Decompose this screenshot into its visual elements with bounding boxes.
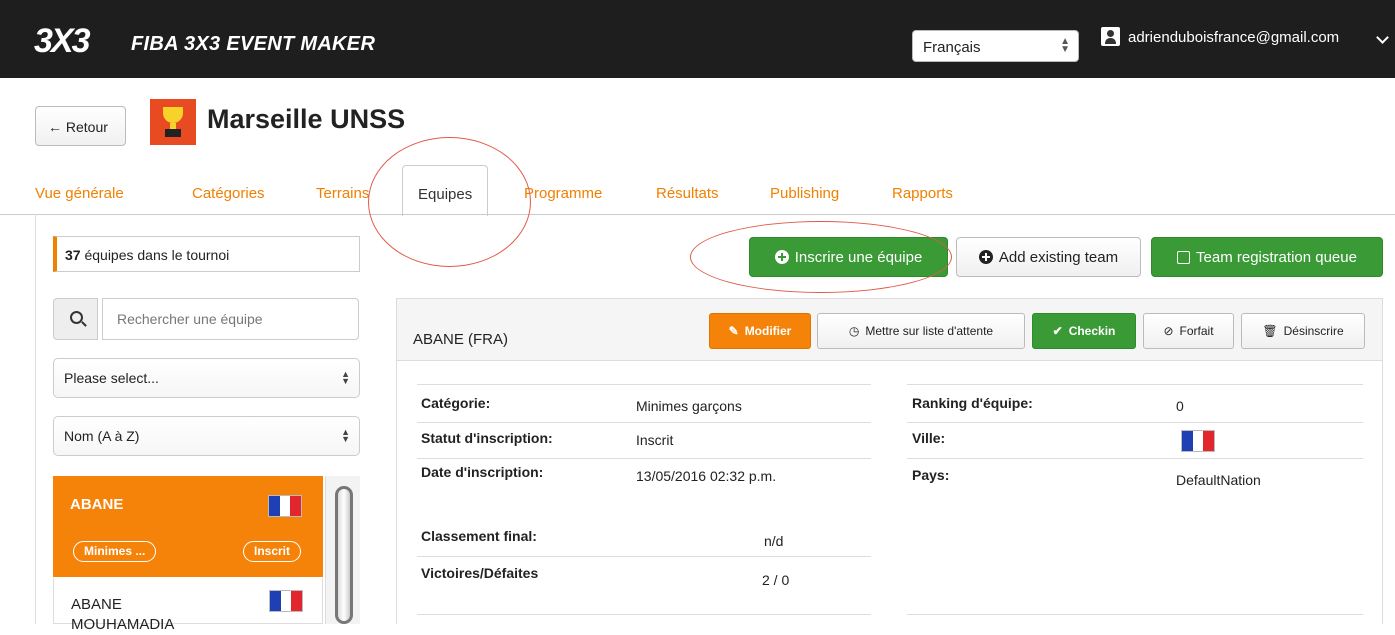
field-value: Minimes garçons bbox=[636, 398, 742, 414]
field-label: Date d'inscription: bbox=[421, 464, 544, 480]
field-value: n/d bbox=[764, 533, 784, 549]
language-select[interactable]: Français ▲ ▼ bbox=[912, 30, 1079, 62]
team-count-number: 37 bbox=[65, 247, 81, 263]
divider bbox=[417, 384, 871, 385]
field-label: Victoires/Défaites bbox=[421, 565, 539, 581]
field-label: Ranking d'équipe: bbox=[912, 395, 1033, 411]
team-name: ABANE bbox=[70, 496, 124, 513]
category-filter-select[interactable]: Please select... ▲ ▼ bbox=[53, 358, 360, 398]
team-detail-panel: ABANE (FRA) ✎ Modifier ◷ Mettre sur list… bbox=[396, 298, 1383, 624]
edit-label: Modifier bbox=[744, 324, 792, 338]
user-menu[interactable]: adrienduboisfrance@gmail.com bbox=[1128, 29, 1339, 46]
sort-select-value: Nom (A à Z) bbox=[64, 428, 140, 444]
top-navbar: 3X3 FIBA 3X3 EVENT MAKER Français ▲ ▼ adr… bbox=[0, 0, 1395, 78]
trophy-icon bbox=[150, 99, 196, 145]
tab-courts[interactable]: Terrains bbox=[316, 185, 369, 202]
waitlist-button[interactable]: ◷ Mettre sur liste d'attente bbox=[817, 313, 1025, 349]
check-icon: ✔ bbox=[1052, 324, 1063, 338]
field-value: 13/05/2016 02:32 p.m. bbox=[636, 468, 777, 484]
tab-teams[interactable]: Equipes bbox=[402, 165, 489, 216]
language-select-value: Français bbox=[923, 39, 981, 56]
plus-circle-icon bbox=[978, 250, 993, 264]
tab-schedule[interactable]: Programme bbox=[524, 185, 602, 202]
tab-results[interactable]: Résultats bbox=[656, 185, 719, 202]
pencil-icon: ✎ bbox=[728, 324, 739, 338]
ban-icon: ⊘ bbox=[1163, 324, 1174, 338]
france-flag-icon bbox=[1181, 430, 1215, 452]
divider bbox=[417, 458, 871, 459]
france-flag-icon bbox=[268, 495, 302, 517]
plus-circle-icon bbox=[774, 250, 789, 264]
tab-overview[interactable]: Vue générale bbox=[35, 185, 124, 202]
team-list-scrollbar[interactable] bbox=[325, 476, 360, 624]
back-button[interactable]: ← Retour bbox=[35, 106, 126, 146]
field-value: 0 bbox=[1176, 398, 1184, 414]
status-badge: Inscrit bbox=[243, 541, 302, 562]
fiba-3x3-logo[interactable]: 3X3 bbox=[34, 24, 90, 58]
select-arrows-icon: ▲ ▼ bbox=[341, 427, 350, 444]
sort-select[interactable]: Nom (A à Z) ▲ ▼ bbox=[53, 416, 360, 456]
register-team-label: Inscrire une équipe bbox=[794, 248, 923, 266]
select-arrows-icon: ▲ ▼ bbox=[1060, 36, 1070, 55]
scrollbar-thumb[interactable] bbox=[335, 486, 353, 624]
field-label: Ville: bbox=[912, 430, 946, 446]
tab-publishing[interactable]: Publishing bbox=[770, 185, 839, 202]
tabs-divider bbox=[0, 214, 1395, 215]
unregister-button[interactable]: 🗑 Désinscrire bbox=[1241, 313, 1365, 349]
team-registration-queue-button[interactable]: Team registration queue bbox=[1151, 237, 1383, 277]
field-value: Inscrit bbox=[636, 432, 674, 448]
trash-icon: 🗑 bbox=[1262, 324, 1278, 338]
field-value: DefaultNation bbox=[1176, 472, 1261, 488]
edit-team-button[interactable]: ✎ Modifier bbox=[709, 313, 811, 349]
team-search-input[interactable] bbox=[102, 298, 359, 340]
tab-categories[interactable]: Catégories bbox=[192, 185, 265, 202]
queue-label: Team registration queue bbox=[1196, 248, 1357, 266]
team-name: ABANE MOUHAMADIA bbox=[71, 596, 175, 633]
register-team-button[interactable]: Inscrire une équipe bbox=[749, 237, 948, 277]
team-list-item[interactable]: ABANE MOUHAMADIA bbox=[53, 578, 323, 633]
page-title: Marseille UNSS bbox=[207, 104, 406, 134]
team-detail-header: ABANE (FRA) ✎ Modifier ◷ Mettre sur list… bbox=[397, 299, 1382, 361]
app-title[interactable]: FIBA 3X3 EVENT MAKER bbox=[131, 33, 375, 56]
unregister-label: Désinscrire bbox=[1283, 324, 1344, 338]
add-existing-label: Add existing team bbox=[998, 248, 1119, 266]
clock-icon: ◷ bbox=[848, 324, 860, 338]
forfeit-label: Forfait bbox=[1179, 324, 1214, 338]
divider bbox=[417, 614, 871, 615]
field-value: 2 / 0 bbox=[762, 572, 790, 588]
field-label: Pays: bbox=[912, 467, 950, 483]
team-detail-title: ABANE (FRA) bbox=[413, 331, 509, 348]
event-tabs: Vue générale Catégories Terrains Equipes… bbox=[0, 165, 1395, 216]
divider bbox=[907, 614, 1363, 615]
waitlist-label: Mettre sur liste d'attente bbox=[865, 324, 994, 338]
select-arrows-icon: ▲ ▼ bbox=[341, 369, 350, 386]
user-icon bbox=[1101, 27, 1120, 46]
field-label: Catégorie: bbox=[421, 395, 491, 411]
divider bbox=[907, 458, 1363, 459]
category-badge: Minimes ... bbox=[73, 541, 157, 562]
france-flag-icon bbox=[269, 590, 303, 612]
checkin-label: Checkin bbox=[1068, 324, 1116, 338]
team-count-box: 37 équipes dans le tournoi bbox=[53, 236, 360, 272]
field-label: Classement final: bbox=[421, 528, 537, 544]
divider bbox=[907, 384, 1363, 385]
content-border bbox=[35, 214, 36, 624]
add-existing-team-button[interactable]: Add existing team bbox=[956, 237, 1141, 277]
team-list-item-selected[interactable]: ABANE Minimes ... Inscrit bbox=[53, 476, 323, 577]
divider bbox=[417, 422, 871, 423]
team-count-label: équipes dans le tournoi bbox=[80, 247, 230, 263]
checkin-button[interactable]: ✔ Checkin bbox=[1032, 313, 1136, 349]
chevron-down-icon[interactable] bbox=[1376, 31, 1389, 44]
category-filter-value: Please select... bbox=[64, 370, 159, 386]
divider bbox=[907, 422, 1363, 423]
search-icon[interactable] bbox=[53, 298, 98, 340]
divider bbox=[417, 556, 871, 557]
forfeit-button[interactable]: ⊘ Forfait bbox=[1143, 313, 1234, 349]
edit-icon bbox=[1177, 250, 1191, 264]
field-label: Statut d'inscription: bbox=[421, 430, 553, 446]
tab-reports[interactable]: Rapports bbox=[892, 185, 953, 202]
